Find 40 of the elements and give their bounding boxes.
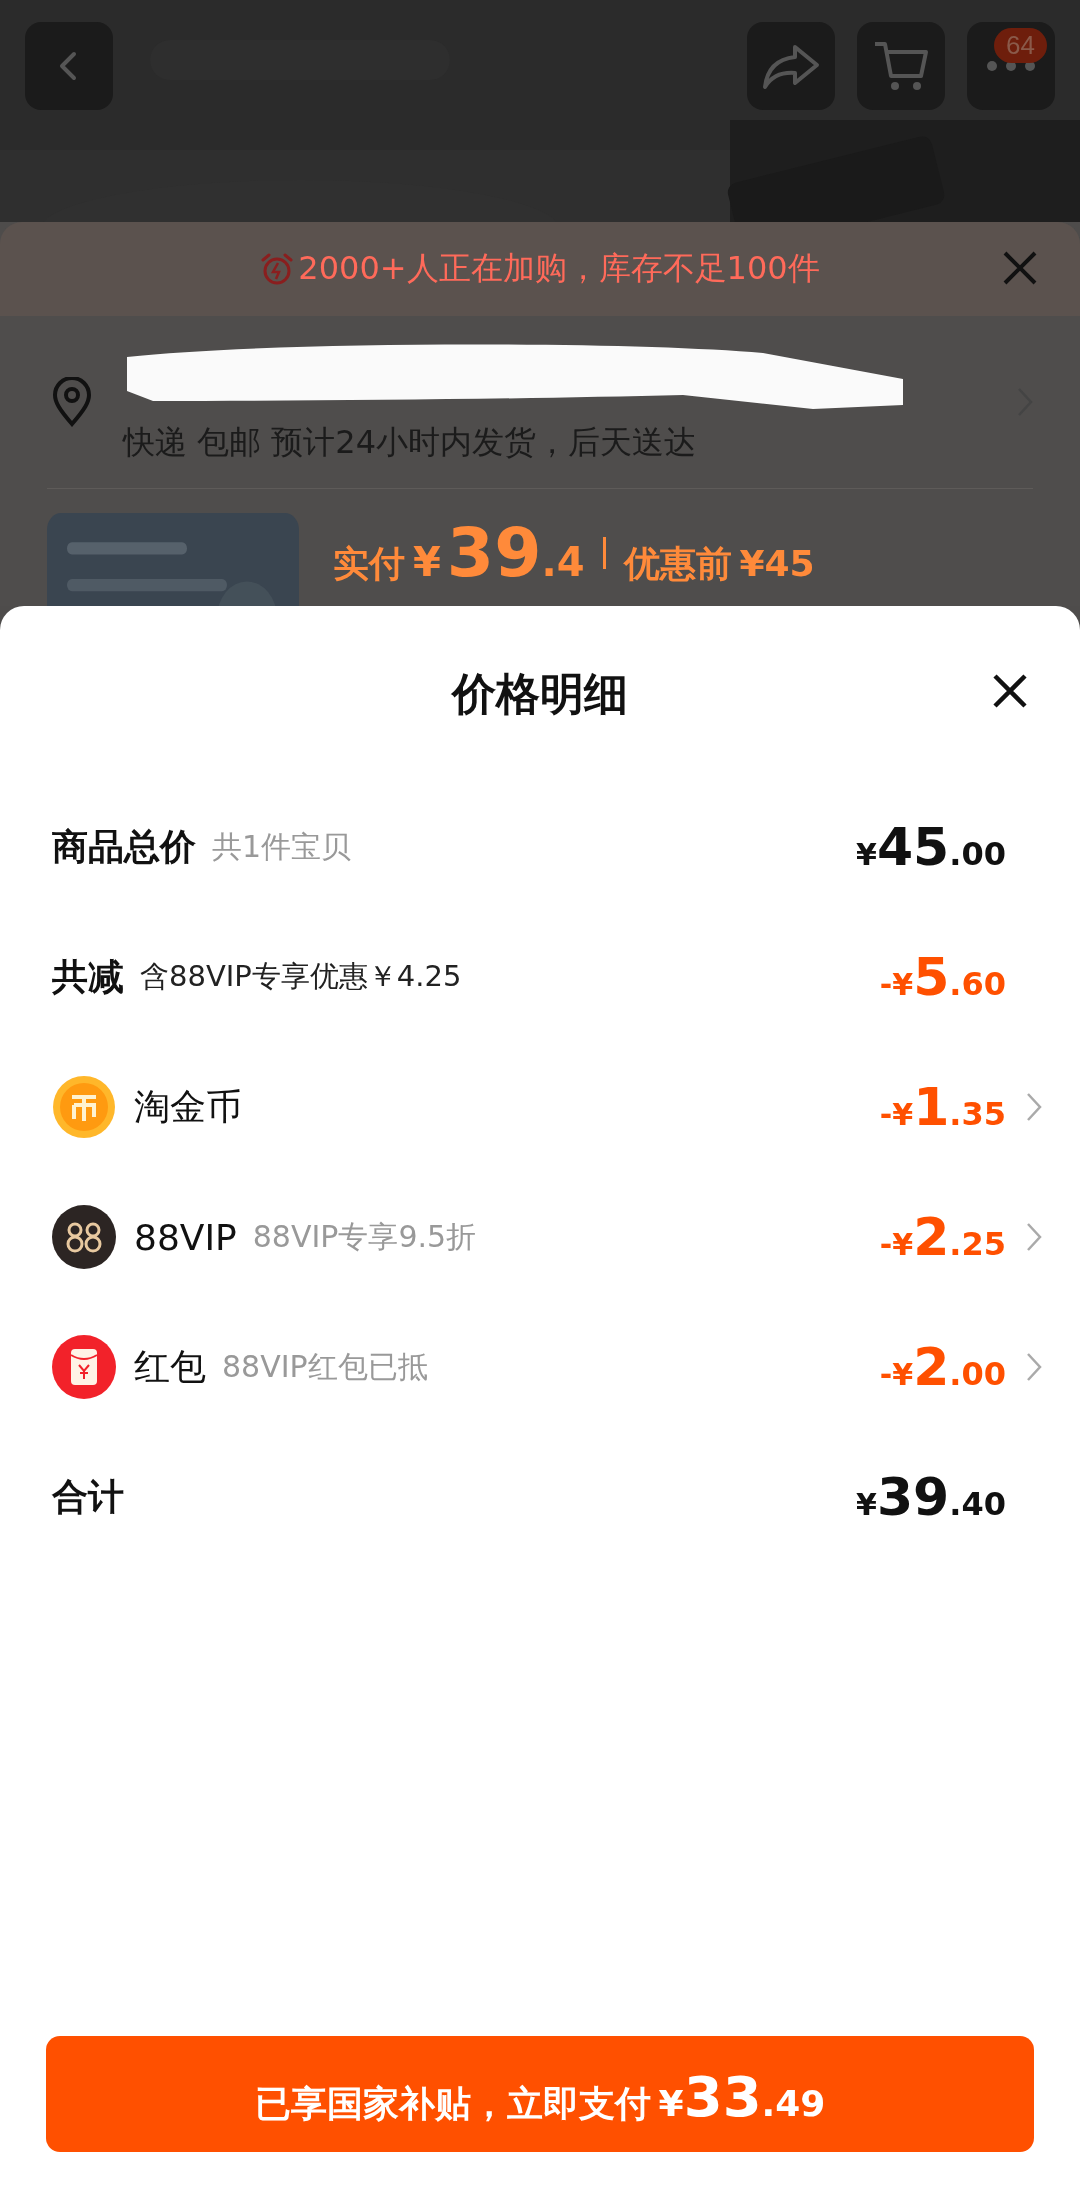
envelope-icon [52, 1335, 116, 1399]
close-icon [1002, 250, 1038, 286]
cart-count-badge: 64 [994, 28, 1047, 63]
total-label: 合计 [52, 1474, 124, 1519]
coin-icon [52, 1075, 116, 1139]
chevron-right-icon[interactable] [1026, 1222, 1042, 1252]
row-note: 88VIP专享9.5折 [252, 1217, 477, 1256]
discount-label: 88VIP [134, 1216, 237, 1258]
amount: -¥1.35 [879, 1077, 1006, 1137]
cart-button[interactable] [857, 22, 945, 110]
close-icon [992, 673, 1028, 709]
amount: -¥2.00 [879, 1337, 1006, 1397]
amount: -¥5.60 [879, 947, 1006, 1007]
row-note: 88VIP红包已抵 [222, 1347, 428, 1386]
pay-button[interactable]: 已享国家补贴，立即支付 ¥33.49 [46, 2036, 1034, 2152]
discount-label: 淘金币 [134, 1084, 242, 1129]
share-button[interactable] [747, 22, 835, 110]
row-note: 共1件宝贝 [212, 827, 352, 866]
amount: ¥39.40 [856, 1467, 1006, 1527]
location-pin-icon [51, 377, 93, 427]
close-button[interactable] [992, 673, 1028, 709]
alarm-clock-icon [260, 252, 295, 286]
row-label: 共减 [52, 954, 124, 999]
discount-label: 红包 [134, 1344, 206, 1389]
stock-alert-text: 2000+人正在加购，库存不足100件 [298, 248, 820, 289]
chevron-right-icon[interactable] [1026, 1092, 1042, 1122]
original-price: ¥45 [739, 543, 815, 584]
row-label: 商品总价 [52, 824, 196, 869]
original-price-label: 优惠前 [623, 542, 732, 586]
amount: ¥45.00 [856, 817, 1006, 877]
sheet-title: 价格明细 [452, 666, 628, 721]
more-button[interactable]: 64 [967, 22, 1055, 110]
vip-badge-icon [52, 1205, 116, 1269]
row-note: 含88VIP专享优惠￥4.25 [140, 958, 462, 995]
chevron-right-icon[interactable] [1026, 1352, 1042, 1382]
amount: -¥2.25 [879, 1207, 1006, 1267]
paid-price: ¥39.4 [413, 513, 585, 592]
more-icon [986, 60, 1036, 72]
back-button[interactable] [25, 22, 113, 110]
paid-label: 实付 [333, 542, 405, 586]
